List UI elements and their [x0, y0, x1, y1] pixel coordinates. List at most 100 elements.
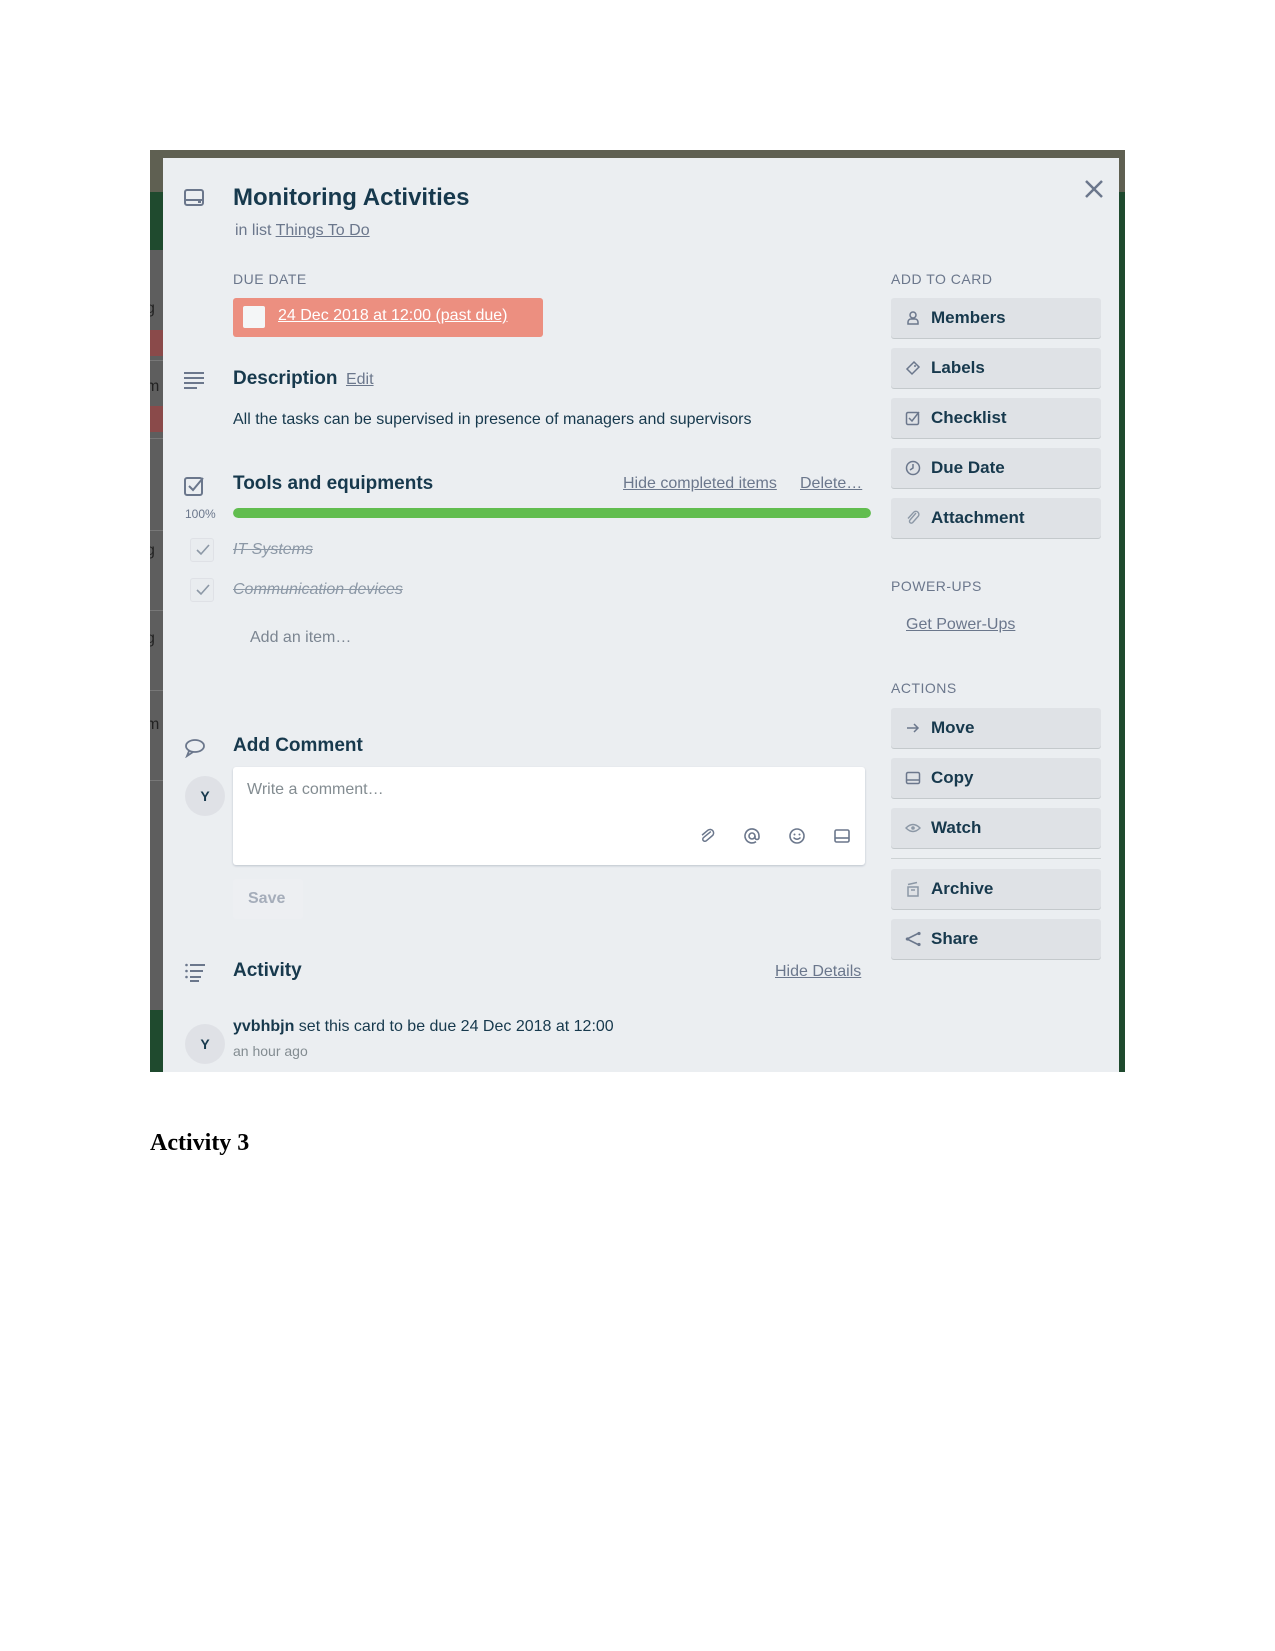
background-divider [150, 360, 163, 361]
attachment-button[interactable]: Attachment [891, 498, 1101, 538]
attachment-icon[interactable] [698, 827, 716, 845]
checkmark-icon [196, 544, 210, 556]
in-list-prefix: in list [235, 222, 272, 239]
checklist-item-checkbox[interactable] [190, 578, 214, 602]
checklist-progress-bar [233, 508, 871, 518]
watch-label: Watch [931, 818, 982, 837]
background-card-text: m [150, 378, 160, 395]
background-list: g m g g m [150, 250, 163, 1010]
activity-icon [184, 962, 206, 982]
share-icon [905, 931, 921, 947]
card-icon [183, 188, 205, 208]
comment-input[interactable]: Write a comment… [233, 767, 865, 865]
archive-button[interactable]: Archive [891, 869, 1101, 909]
due-complete-checkbox[interactable] [243, 306, 265, 328]
background-divider [150, 780, 163, 781]
comment-placeholder: Write a comment… [247, 781, 384, 798]
background-card-text: g [150, 300, 155, 317]
close-button[interactable] [1083, 178, 1105, 200]
background-divider [150, 530, 163, 531]
comment-icon [184, 738, 206, 758]
activity-entry: yvbhbjn set this card to be due 24 Dec 2… [233, 1018, 614, 1036]
share-button[interactable]: Share [891, 919, 1101, 959]
add-to-card-label: Add to Card [891, 271, 993, 287]
description-header: Description Edit [233, 368, 374, 390]
checklist-heading[interactable]: Tools and equipments [233, 473, 433, 495]
checklist-label: Checklist [931, 408, 1007, 427]
move-button[interactable]: Move [891, 708, 1101, 748]
card-title[interactable]: Monitoring Activities [233, 184, 469, 212]
move-label: Move [931, 718, 975, 737]
emoji-icon[interactable] [788, 827, 806, 845]
share-label: Share [931, 929, 979, 948]
due-date-label: Due Date [233, 271, 307, 287]
watch-button[interactable]: Watch [891, 808, 1101, 848]
card-list-info: in list Things To Do [235, 222, 370, 240]
background-card-text: m [150, 716, 160, 733]
avatar[interactable]: Y [185, 1024, 225, 1064]
save-label: Save [248, 890, 286, 907]
due-date-value[interactable]: 24 Dec 2018 at 12:00 (past due) [278, 307, 508, 325]
copy-button[interactable]: Copy [891, 758, 1101, 798]
archive-label: Archive [931, 879, 994, 898]
description-edit-link[interactable]: Edit [346, 371, 374, 388]
background-card-label [150, 406, 163, 432]
labels-button[interactable]: Labels [891, 348, 1101, 388]
due-date-badge[interactable]: 24 Dec 2018 at 12:00 (past due) [233, 298, 543, 337]
list-link[interactable]: Things To Do [276, 222, 370, 239]
add-comment-heading: Add Comment [233, 735, 363, 756]
card-icon [905, 771, 921, 785]
checklist-icon [183, 475, 205, 497]
activity-heading: Activity [233, 960, 302, 981]
document-heading: Activity 3 [150, 1130, 250, 1156]
clock-icon [905, 460, 921, 476]
paperclip-icon [907, 510, 920, 524]
get-power-ups-link[interactable]: Get Power-Ups [906, 616, 1015, 634]
checkmark-icon [196, 584, 210, 596]
copy-label: Copy [931, 768, 974, 787]
arrow-right-icon [907, 723, 920, 733]
person-icon [907, 311, 919, 325]
activity-action: set this card to be due 24 Dec 2018 at 1… [298, 1018, 614, 1035]
checklist-button[interactable]: Checklist [891, 398, 1101, 438]
background-card-text: g [150, 542, 155, 559]
labels-label: Labels [931, 358, 985, 377]
background-divider [150, 610, 163, 611]
card-detail-modal: Monitoring Activities in list Things To … [163, 158, 1119, 1072]
add-checklist-item[interactable]: Add an item… [250, 629, 351, 647]
close-icon [1085, 180, 1103, 198]
hide-completed-link[interactable]: Hide completed items [623, 475, 777, 493]
save-comment-button[interactable]: Save [233, 879, 303, 919]
checklist-item-checkbox[interactable] [190, 538, 214, 562]
card-icon[interactable] [833, 827, 851, 845]
attachment-label: Attachment [931, 508, 1025, 527]
background-card-text: g [150, 630, 155, 647]
checklist-icon [905, 411, 920, 426]
hide-details-link[interactable]: Hide Details [775, 963, 861, 981]
members-label: Members [931, 308, 1006, 327]
due-date-button-label: Due Date [931, 458, 1005, 477]
mention-icon[interactable] [743, 827, 761, 845]
description-text[interactable]: All the tasks can be supervised in prese… [233, 411, 752, 429]
power-ups-label: Power-Ups [891, 578, 982, 594]
background-card-label [150, 330, 163, 356]
members-button[interactable]: Members [891, 298, 1101, 338]
due-date-button[interactable]: Due Date [891, 448, 1101, 488]
trello-screenshot: g m g g m Monitoring Activities in list … [150, 150, 1125, 1072]
eye-icon [905, 823, 921, 833]
description-heading: Description [233, 368, 338, 389]
tag-icon [905, 360, 921, 376]
description-icon [183, 371, 205, 389]
checklist-item-text[interactable]: Communication devices [233, 581, 403, 599]
activity-timestamp[interactable]: an hour ago [233, 1043, 308, 1059]
archive-icon [907, 881, 919, 897]
avatar[interactable]: Y [185, 776, 225, 816]
background-divider [150, 690, 163, 691]
checklist-progress-fill [233, 508, 871, 518]
background-divider [150, 438, 163, 439]
checklist-item-text[interactable]: IT Systems [233, 541, 313, 559]
delete-checklist-link[interactable]: Delete… [800, 475, 862, 493]
sidebar-divider [891, 858, 1101, 859]
checklist-progress-label: 100% [185, 507, 216, 521]
activity-user[interactable]: yvbhbjn [233, 1018, 294, 1035]
